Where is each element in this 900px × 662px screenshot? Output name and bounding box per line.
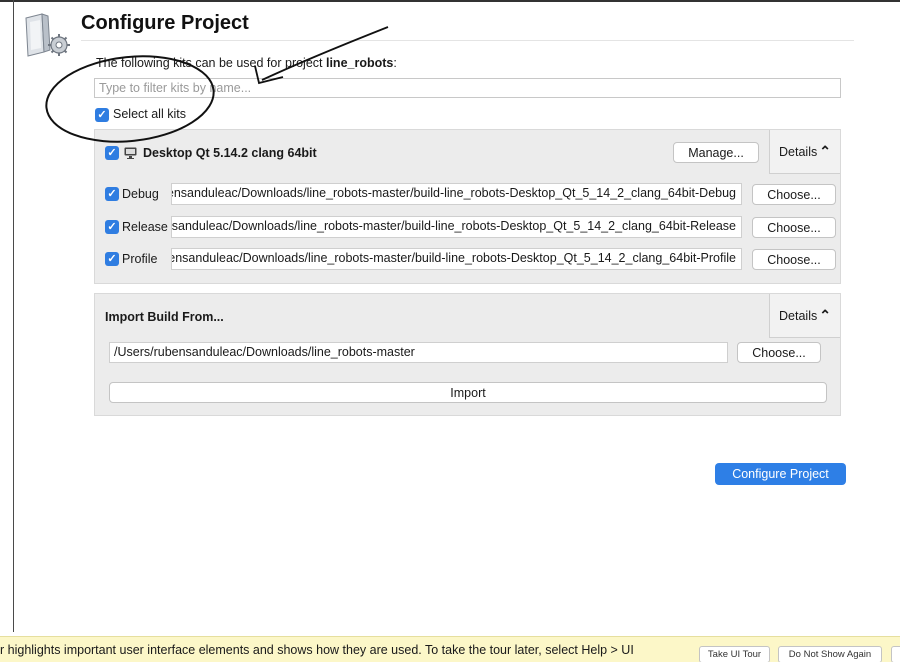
manage-kits-button[interactable]: Manage... [673,142,759,163]
kit-panel: ✓ Desktop Qt 5.14.2 clang 64bit Manage..… [94,129,841,284]
import-button[interactable]: Import [109,382,827,403]
release-checkbox[interactable]: ✓ [105,220,119,234]
build-config-label: Release [122,220,168,234]
build-directory-field[interactable]: /Users/rubensanduleac/Downloads/line_rob… [171,216,742,238]
project-name: line_robots [325,56,394,70]
import-choose-button[interactable]: Choose... [737,342,821,363]
select-all-kits-checkbox[interactable]: ✓ Select all kits [95,107,186,122]
build-directory-field[interactable]: /Users/rubensanduleac/Downloads/line_rob… [171,183,742,205]
window-top-border [0,0,900,2]
import-details-toggle[interactable]: Details ⌃ [769,294,840,338]
annotation-arrow [261,26,389,81]
intro-prefix: The following kits can be used for proje… [96,56,326,70]
import-build-title: Import Build From... [105,310,224,324]
debug-checkbox[interactable]: ✓ [105,187,119,201]
kit-panel-header: ✓ Desktop Qt 5.14.2 clang 64bit Manage..… [95,130,840,174]
checkbox-check-icon: ✓ [105,146,119,160]
chevron-up-icon: ⌃ [819,143,831,159]
import-panel-header: Import Build From... Details ⌃ [95,294,840,338]
monitor-icon [124,147,137,159]
choose-directory-button[interactable]: Choose... [752,184,836,205]
choose-directory-button[interactable]: Choose... [752,249,836,270]
kit-filter-input[interactable] [94,78,841,98]
details-label: Details [779,144,818,159]
build-config-row-debug: ✓ Debug /Users/rubensanduleac/Downloads/… [105,183,836,205]
kit-checkbox[interactable]: ✓ Desktop Qt 5.14.2 clang 64bit [105,146,317,160]
title-divider [81,40,854,41]
ui-tour-bar: r highlights important user interface el… [0,636,900,662]
import-path-field[interactable]: /Users/rubensanduleac/Downloads/line_rob… [109,342,728,363]
kit-name-label: Desktop Qt 5.14.2 clang 64bit [143,146,317,160]
profile-checkbox[interactable]: ✓ [105,252,119,266]
build-config-row-release: ✓ Release /Users/rubensanduleac/Download… [105,216,836,238]
take-ui-tour-button[interactable]: Take UI Tour [699,646,770,662]
chevron-up-icon: ⌃ [819,307,831,323]
build-config-row-profile: ✓ Profile /Users/rubensanduleac/Download… [105,248,836,270]
folder-gear-icon [25,13,70,57]
configure-project-button[interactable]: Configure Project [715,463,846,485]
import-build-panel: Import Build From... Details ⌃ /Users/rub… [94,293,841,416]
do-not-show-again-button[interactable]: Do Not Show Again [778,646,882,662]
select-all-label: Select all kits [113,107,186,121]
build-config-label: Profile [122,252,158,266]
intro-text: The following kits can be used for proje… [96,56,397,70]
tour-close-button[interactable] [891,646,900,662]
details-label: Details [779,308,818,323]
page-title: Configure Project [81,12,249,34]
checkbox-check-icon: ✓ [95,107,109,122]
build-directory-field[interactable]: /Users/rubensanduleac/Downloads/line_rob… [171,248,742,270]
choose-directory-button[interactable]: Choose... [752,217,836,238]
window-left-border [13,0,14,632]
intro-suffix: : [393,56,397,70]
build-config-label: Debug [122,187,159,201]
kit-details-toggle[interactable]: Details ⌃ [769,130,840,174]
ui-tour-message: r highlights important user interface el… [0,643,634,657]
